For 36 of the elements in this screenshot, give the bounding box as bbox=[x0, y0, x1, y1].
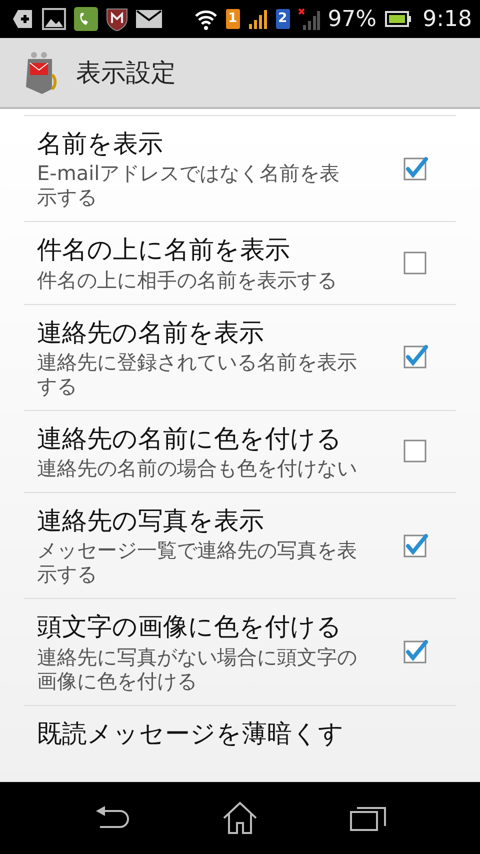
setting-title: 頭文字の画像に色を付ける bbox=[37, 611, 343, 642]
phone-icon bbox=[74, 7, 98, 31]
back-icon[interactable] bbox=[94, 806, 130, 830]
setting-title: 既読メッセージを薄暗くす bbox=[37, 718, 345, 749]
setting-summary: 連絡先に写真がない場合に頭文字の画像に色を付ける bbox=[37, 644, 357, 692]
mail-icon bbox=[136, 10, 162, 28]
checkbox[interactable] bbox=[403, 439, 429, 464]
shield-icon bbox=[106, 7, 128, 31]
battery-icon bbox=[384, 11, 411, 27]
setting-summary: 件名の上に相手の名前を表示する bbox=[37, 268, 338, 292]
home-icon[interactable] bbox=[222, 801, 258, 835]
signal-icon bbox=[298, 8, 320, 30]
sim-badge: 2 bbox=[276, 9, 290, 29]
setting-summary: E-mailアドレスではなく名前を表示する bbox=[37, 161, 341, 210]
plus-icon bbox=[12, 8, 34, 30]
setting-title: 連絡先の写真を表示 bbox=[37, 505, 265, 536]
image-icon bbox=[42, 8, 66, 30]
checkbox[interactable] bbox=[403, 156, 429, 181]
checkbox[interactable] bbox=[403, 250, 429, 275]
screen-title: 表示設定 bbox=[76, 56, 176, 89]
setting-title: 連絡先の名前に色を付ける bbox=[37, 422, 343, 454]
sim-badge: 1 bbox=[226, 9, 240, 29]
wifi-icon bbox=[194, 8, 218, 30]
setting-summary: メッセージ一覧で連絡先の写真を表示する bbox=[37, 538, 357, 586]
setting-title: 名前を表示 bbox=[37, 128, 164, 160]
checkbox[interactable] bbox=[403, 640, 429, 664]
battery-percentage: 97% bbox=[328, 6, 377, 34]
setting-summary: 連絡先に登録されている名前を表示する bbox=[37, 350, 357, 398]
setting-title: 件名の上に名前を表示 bbox=[37, 234, 291, 266]
setting-summary: 連絡先の名前の場合も色を付けない bbox=[37, 456, 357, 480]
signal-icon bbox=[248, 9, 268, 29]
clock: 9:18 bbox=[422, 6, 472, 34]
checkbox[interactable] bbox=[403, 345, 429, 370]
checkbox[interactable] bbox=[403, 534, 429, 558]
setting-title: 連絡先の名前を表示 bbox=[37, 316, 265, 348]
recent-apps-icon[interactable] bbox=[350, 805, 386, 831]
